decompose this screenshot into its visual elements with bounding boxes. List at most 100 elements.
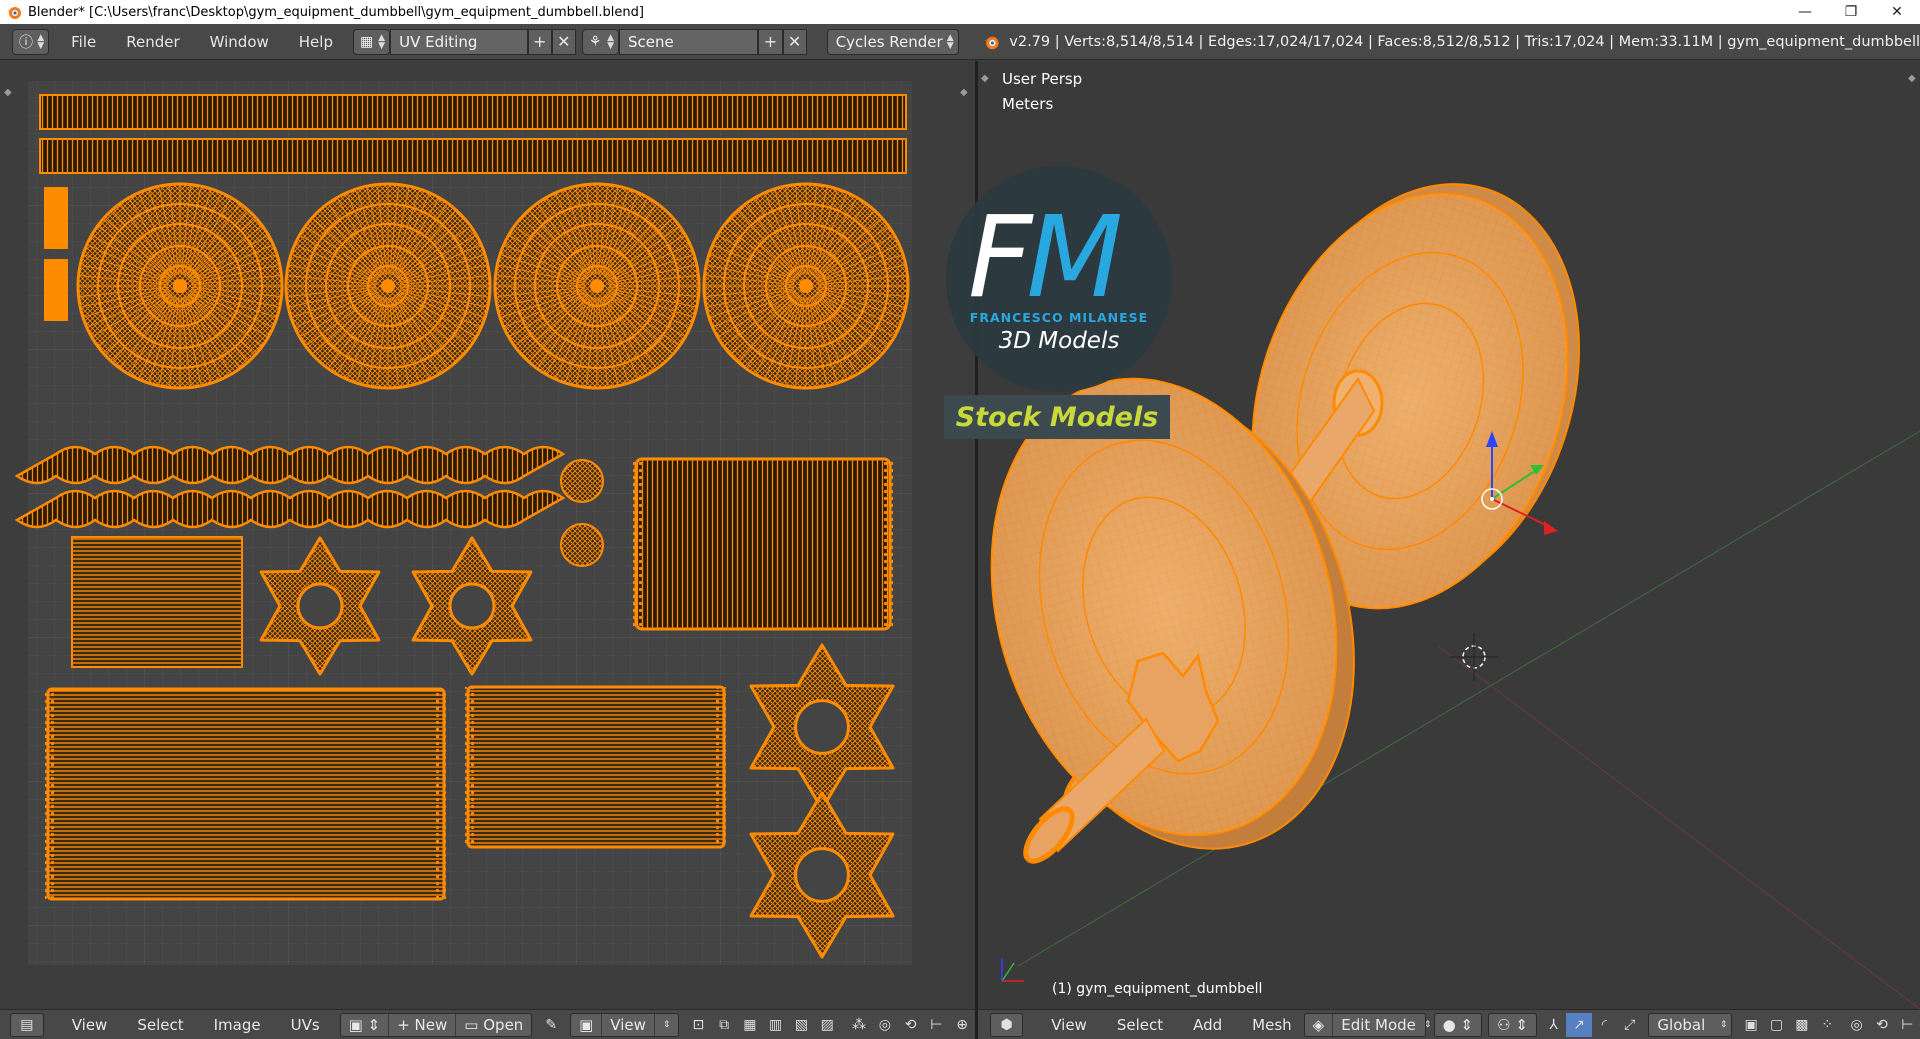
layout-selector[interactable]: ▦ ▲ ▼	[352, 28, 391, 55]
layout-name-field[interactable]: UV Editing	[390, 28, 528, 55]
menu-mesh[interactable]: Mesh	[1240, 1016, 1304, 1034]
menu-select[interactable]: Select	[125, 1016, 195, 1034]
uv-island-strip[interactable]	[39, 94, 907, 130]
snap-element-icon[interactable]: ⊢	[1895, 1013, 1920, 1037]
uv-island-vertex-column[interactable]	[465, 687, 477, 847]
uv-island-cap[interactable]	[560, 523, 604, 567]
menu-help[interactable]: Help	[291, 29, 341, 55]
updown-arrows-icon: ▲ ▼	[37, 32, 45, 51]
scene-name-field[interactable]: Scene	[619, 28, 759, 55]
updown-arrows-icon: ▲ ▼	[607, 32, 615, 51]
paint-icon[interactable]: ⊕	[949, 1013, 975, 1037]
scene-statistics: v2.79 | Verts:8,514/8,514 | Edges:17,024…	[1009, 33, 1920, 50]
edge-select-icon[interactable]: ▥	[763, 1013, 789, 1037]
blender-logo-icon	[7, 7, 21, 19]
watermark-logo-letters: FM	[968, 193, 1123, 323]
uv-island-vertex-column[interactable]	[881, 459, 893, 629]
plus-icon: +	[397, 1015, 410, 1034]
uv-island-star-hole[interactable]	[296, 582, 344, 630]
viewport-shading-dropdown[interactable]: ● ⇕	[1433, 1012, 1483, 1037]
rotate-manipulator-icon[interactable]: ◜	[1592, 1013, 1617, 1037]
view-mode-dropdown[interactable]: ▣ View ⇕	[570, 1012, 680, 1037]
manipulator-toggle-icon[interactable]: ⅄	[1541, 1013, 1566, 1037]
3d-cursor[interactable]	[1450, 633, 1498, 681]
uv-island-star-hole[interactable]	[794, 847, 850, 903]
translate-manipulator-icon[interactable]: ↗	[1566, 1012, 1592, 1037]
uv-island-vertex-column[interactable]	[633, 459, 645, 629]
occlude-geometry-icon[interactable]: ⁘	[1815, 1013, 1840, 1037]
pin-icon[interactable]: ✎	[538, 1013, 564, 1037]
image-browse-icon[interactable]: ▣ ⇕	[341, 1013, 390, 1036]
edge-select-mode-icon[interactable]: ▢	[1764, 1013, 1789, 1037]
updown-arrows-icon: ⇕	[1719, 1019, 1728, 1030]
new-image-button[interactable]: + New	[389, 1013, 457, 1036]
proportional-edit-icon[interactable]: ◎	[1844, 1013, 1869, 1037]
uv-island-center[interactable]	[590, 279, 604, 293]
scale-manipulator-icon[interactable]: ⤢	[1617, 1013, 1642, 1037]
updown-arrows-icon: ▲ ▼	[378, 32, 386, 51]
uv-island-sleeve[interactable]	[634, 457, 892, 631]
uv-island-stack[interactable]	[71, 536, 243, 668]
uv-image-editor[interactable]: ◆ ◆	[0, 61, 975, 1009]
interaction-mode-dropdown[interactable]: ◈ Edit Mode ⇕	[1303, 1012, 1431, 1037]
editor-type-selector[interactable]: ▤	[10, 1012, 44, 1037]
snap-icon[interactable]: ⟲	[898, 1013, 924, 1037]
editor-type-selector[interactable]: ⓘ ▲ ▼	[12, 28, 50, 55]
uv-island-star-hole[interactable]	[448, 582, 496, 630]
menu-add[interactable]: Add	[1181, 1016, 1234, 1034]
uv-island-block[interactable]	[44, 187, 68, 249]
watermark-stock-tag: Stock Models	[944, 395, 1170, 439]
proportional-edit-icon[interactable]: ◎	[872, 1013, 898, 1037]
vertex-select-mode-icon[interactable]: ▣	[1738, 1013, 1763, 1037]
vertex-select-icon[interactable]: ▦	[737, 1013, 763, 1037]
add-scene-button[interactable]: +	[758, 28, 783, 55]
add-layout-button[interactable]: +	[527, 28, 552, 55]
face-select-icon[interactable]: ▧	[789, 1013, 815, 1037]
sync-selection-icon[interactable]: ⧉	[711, 1013, 737, 1037]
maximize-button[interactable]: ❐	[1828, 0, 1874, 24]
uv-canvas[interactable]	[0, 61, 975, 1009]
menu-render[interactable]: Render	[118, 29, 187, 55]
menu-view[interactable]: View	[1039, 1016, 1099, 1034]
remove-scene-button[interactable]: ✕	[782, 28, 807, 55]
uv-island-vertex-column[interactable]	[435, 689, 447, 899]
x-icon: ✕	[557, 32, 571, 51]
snap-target-icon[interactable]: ⊢	[923, 1013, 949, 1037]
uv-island-sleeve[interactable]	[46, 687, 446, 901]
open-image-button[interactable]: ▭ Open	[456, 1014, 531, 1036]
shading-sphere-icon: ● ⇕	[1442, 1015, 1474, 1034]
snap-toggle-icon[interactable]: ⟲	[1869, 1013, 1894, 1037]
uv-island-vertex-column[interactable]	[715, 687, 727, 847]
uv-island-strip[interactable]	[39, 138, 907, 174]
minimize-button[interactable]: —	[1782, 0, 1828, 24]
menu-select[interactable]: Select	[1105, 1016, 1175, 1034]
transform-orientation-dropdown[interactable]: Global ⇕	[1648, 1012, 1733, 1037]
x-axis-line	[1437, 645, 1920, 1009]
remove-layout-button[interactable]: ✕	[551, 28, 576, 55]
pivot-point-dropdown[interactable]: ⚇ ⇕	[1488, 1012, 1537, 1037]
menu-view[interactable]: View	[60, 1016, 120, 1034]
editor-type-selector[interactable]: ⬢	[990, 1012, 1024, 1037]
view-mode-label: View	[602, 1013, 655, 1036]
uv-island-vertex-column[interactable]	[45, 689, 57, 899]
uv-island-center[interactable]	[799, 279, 813, 293]
uv-island-star-hole[interactable]	[794, 699, 850, 755]
scene-selector[interactable]: ⚘ ▲ ▼	[581, 28, 620, 55]
render-engine-label: Cycles Render	[835, 32, 943, 51]
pivot-icon[interactable]: ⊡	[685, 1013, 711, 1037]
close-button[interactable]: ✕	[1874, 0, 1920, 24]
uv-island-block[interactable]	[44, 259, 68, 321]
island-select-icon[interactable]: ▨	[814, 1013, 840, 1037]
menu-file[interactable]: File	[63, 29, 104, 55]
face-select-mode-icon[interactable]: ▩	[1789, 1013, 1814, 1037]
uv-island-cap[interactable]	[560, 459, 604, 503]
uv-island-sleeve[interactable]	[466, 685, 726, 849]
watermark-author-name: FRANCESCO MILANESE	[969, 310, 1149, 325]
menu-uvs[interactable]: UVs	[279, 1016, 332, 1034]
render-engine-dropdown[interactable]: Cycles Render ▲ ▼	[826, 28, 959, 55]
uv-island-center[interactable]	[381, 279, 395, 293]
sticky-mode-icon[interactable]: ⁂	[846, 1013, 872, 1037]
menu-image[interactable]: Image	[202, 1016, 273, 1034]
menu-window[interactable]: Window	[202, 29, 277, 55]
uv-island-center[interactable]	[173, 279, 187, 293]
